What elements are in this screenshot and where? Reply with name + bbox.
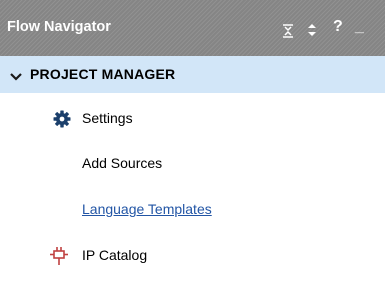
section-label: PROJECT MANAGER [30, 66, 176, 82]
panel-title: Flow Navigator [7, 19, 111, 35]
nav-item-link[interactable]: Language Templates [82, 201, 212, 217]
section-project-manager[interactable]: PROJECT MANAGER [0, 56, 385, 93]
flow-navigator-panel: Flow Navigator ? _ PROJECT MANAGER Setti… [0, 0, 385, 287]
nav-item-label: Settings [82, 110, 133, 126]
ip-chip-icon [49, 246, 68, 265]
chevron-down-icon[interactable] [10, 69, 22, 81]
collapse-all-icon[interactable] [281, 24, 295, 38]
nav-item-settings[interactable]: Settings [53, 108, 203, 132]
nav-item-ip-catalog[interactable]: IP Catalog [49, 245, 199, 269]
nav-item-label: IP Catalog [82, 247, 148, 263]
nav-item-add-sources[interactable]: Add Sources [82, 153, 242, 177]
gear-icon [53, 110, 71, 128]
nav-item-language-templates[interactable]: Language Templates [82, 199, 282, 223]
panel-header: Flow Navigator ? _ [0, 0, 385, 56]
expand-all-icon[interactable] [306, 22, 318, 38]
nav-item-label: Add Sources [82, 155, 163, 171]
minimize-icon[interactable]: _ [355, 18, 364, 36]
help-icon[interactable]: ? [333, 18, 343, 36]
